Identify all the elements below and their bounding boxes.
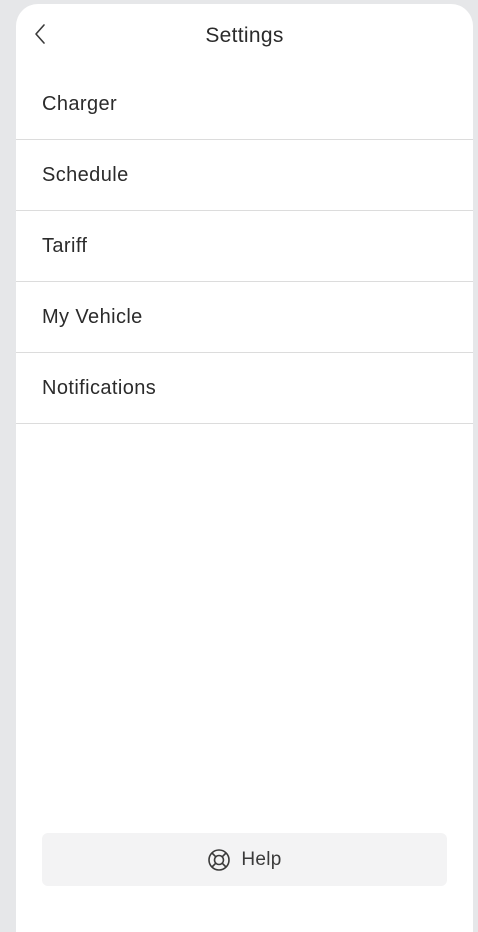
menu-item-tariff[interactable]: Tariff — [16, 211, 473, 282]
settings-screen: Settings Charger Schedule Tariff My Vehi… — [16, 4, 473, 932]
page-title: Settings — [205, 24, 284, 47]
lifebuoy-icon — [207, 848, 231, 872]
settings-menu: Charger Schedule Tariff My Vehicle Notif… — [16, 70, 473, 424]
menu-item-charger[interactable]: Charger — [16, 70, 473, 140]
help-button[interactable]: Help — [42, 833, 447, 886]
menu-item-schedule[interactable]: Schedule — [16, 140, 473, 211]
menu-item-my-vehicle[interactable]: My Vehicle — [16, 282, 473, 353]
menu-item-notifications[interactable]: Notifications — [16, 353, 473, 424]
header: Settings — [16, 4, 473, 68]
help-label: Help — [241, 848, 282, 870]
